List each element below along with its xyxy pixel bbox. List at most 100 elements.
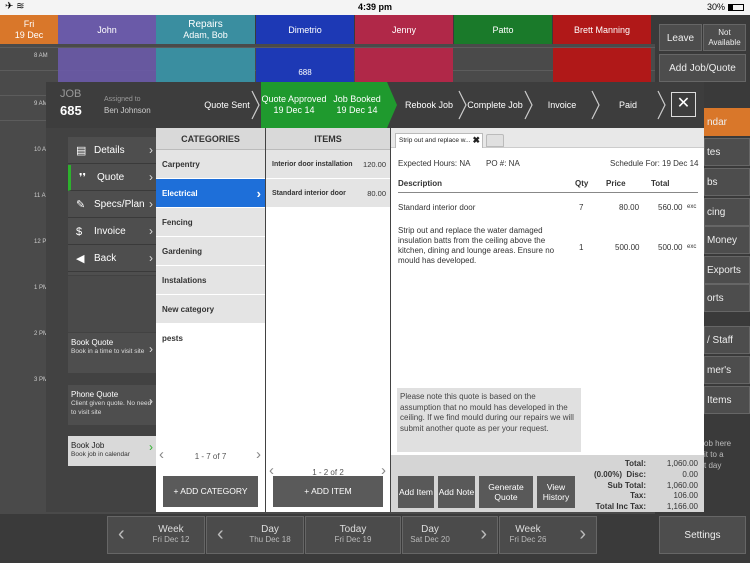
tab-label: Back	[94, 253, 117, 264]
line-qty: 7	[579, 203, 584, 212]
step-job-booked[interactable]: Job Booked 19 Dec 14	[327, 82, 387, 128]
item-row[interactable]: Standard interior door 80.00	[266, 179, 390, 208]
quote-icon: ❜❜	[79, 172, 87, 184]
chevron-right-icon: ›	[149, 143, 153, 157]
settings-label: Settings	[684, 530, 721, 541]
not-available-button[interactable]: Not Available	[703, 24, 746, 51]
add-item-button[interactable]: + ADD ITEM	[273, 476, 383, 507]
tab-specs-plan[interactable]: ✎ Specs/Plan ›	[68, 192, 156, 218]
close-icon[interactable]: ✕	[671, 92, 696, 117]
doc-tab-label: Strip out and replace w...	[399, 137, 471, 144]
chevron-right-icon	[657, 90, 666, 120]
book-job-button[interactable]: Book Job Book job in calendar ›	[68, 436, 156, 466]
chevron-right-icon: ›	[149, 170, 153, 184]
col-total: Total	[651, 179, 670, 188]
calendar-column-patto[interactable]: Patto	[454, 15, 552, 44]
next-page-icon[interactable]: ›	[256, 447, 261, 463]
notes-button[interactable]: tes	[704, 138, 750, 166]
nav-label: Today	[339, 524, 367, 535]
today-button[interactable]: Today Fri Dec 19	[305, 516, 401, 554]
appointment-block[interactable]	[156, 48, 255, 82]
back-button[interactable]: ◀ Back ›	[68, 246, 156, 272]
appointment-block[interactable]	[355, 48, 453, 82]
calendar-column-repairs[interactable]: Repairs Adam, Bob	[156, 15, 255, 44]
calendar-date-header[interactable]: Fri 19 Dec	[0, 15, 58, 44]
category-item[interactable]: Carpentry	[156, 150, 265, 179]
not-available-label: Not Available	[708, 28, 741, 47]
staff-button[interactable]: / Staff	[704, 326, 750, 354]
prev-page-icon[interactable]: ‹	[159, 447, 164, 463]
appointment-block[interactable]	[58, 48, 156, 82]
tax-label: Tax:	[630, 491, 646, 501]
quote-note[interactable]: Please note this quote is based on the a…	[397, 388, 581, 452]
calendar-column-dimetrio[interactable]: Dimetrio	[256, 15, 354, 44]
add-job-quote-button[interactable]: Add Job/Quote	[659, 54, 746, 82]
step-quote-sent[interactable]: Quote Sent	[197, 82, 257, 128]
book-quote-button[interactable]: Book Quote Book in a time to visit site …	[68, 333, 156, 373]
step-rebook-job[interactable]: Rebook Job	[400, 82, 458, 128]
back-arrow-icon: ◀	[76, 253, 85, 265]
category-item[interactable]: Instalations	[156, 266, 265, 295]
next-day-button[interactable]: › Day Sat Dec 20	[402, 516, 498, 554]
category-item-selected[interactable]: Electrical ›	[156, 179, 265, 208]
tab-quote[interactable]: ❜❜ Quote ›	[68, 165, 156, 191]
view-history-button[interactable]: View History	[537, 476, 575, 508]
step-quote-approved[interactable]: Quote Approved 19 Dec 14	[261, 82, 327, 128]
calendar-column-brett[interactable]: Brett Manning	[553, 15, 651, 44]
prev-day-button[interactable]: ‹ Day Thu Dec 18	[206, 516, 304, 554]
column-name: Jenny	[391, 25, 417, 35]
category-item[interactable]: New category	[156, 295, 265, 324]
reports-button[interactable]: orts	[704, 284, 750, 312]
quote-doc-tab[interactable]: Strip out and replace w... ✖	[395, 133, 483, 148]
pager-label: 1 - 7 of 7	[194, 452, 227, 461]
calendar-column-jenny[interactable]: Jenny	[355, 15, 453, 44]
action-title: Book Quote	[71, 338, 114, 347]
step-invoice[interactable]: Invoice	[535, 82, 589, 128]
close-tab-icon[interactable]: ✖	[472, 135, 480, 146]
time-label: 8 AM	[34, 53, 48, 59]
step-complete-job[interactable]: Complete Job	[466, 82, 524, 128]
category-item[interactable]: pests	[156, 324, 265, 353]
categories-pager: ‹ 1 - 7 of 7 ›	[156, 447, 265, 465]
line-tax: exc	[687, 204, 697, 210]
tab-invoice[interactable]: $ Invoice ›	[68, 219, 156, 245]
tab-label: Specs/Plan	[94, 199, 145, 210]
disc-value: 0.00	[682, 469, 698, 479]
chevron-right-icon: ›	[149, 224, 153, 238]
appointment-block[interactable]	[553, 48, 651, 82]
appointment-label: 688	[298, 68, 312, 77]
jobs-button[interactable]: bs	[704, 168, 750, 196]
total-label: Total:	[624, 459, 646, 468]
category-item[interactable]: Gardening	[156, 237, 265, 266]
calendar-column-john[interactable]: John	[58, 15, 156, 44]
appointment-688[interactable]: 688	[256, 48, 354, 82]
settings-button[interactable]: Settings	[659, 516, 746, 554]
line-price: 80.00	[619, 203, 640, 212]
invoicing-button[interactable]: cing	[704, 198, 750, 226]
step-label: Quote Sent	[204, 99, 250, 110]
item-row[interactable]: Interior door installation 120.00	[266, 150, 390, 179]
add-item-quote-button[interactable]: Add Item	[398, 476, 434, 508]
money-button[interactable]: Money	[704, 226, 750, 254]
tab-label: Invoice	[94, 226, 126, 237]
jobs-label: bs	[707, 177, 718, 188]
leave-button[interactable]: Leave	[659, 24, 702, 51]
tab-details[interactable]: ▤ Details ›	[68, 138, 156, 164]
column-sub: Adam, Bob	[183, 30, 228, 40]
items-button[interactable]: Items	[704, 386, 750, 414]
add-category-button[interactable]: + ADD CATEGORY	[163, 476, 258, 507]
generate-quote-button[interactable]: Generate Quote	[479, 476, 533, 508]
invoicing-label: cing	[707, 207, 726, 218]
step-paid[interactable]: Paid	[601, 82, 655, 128]
next-week-button[interactable]: › Week Fri Dec 26	[499, 516, 597, 554]
calendar-button[interactable]: ndar	[704, 108, 750, 136]
category-item[interactable]: Fencing	[156, 208, 265, 237]
exports-button[interactable]: Exports	[704, 256, 750, 284]
new-tab-button[interactable]	[486, 134, 504, 147]
prev-week-button[interactable]: ‹ Week Fri Dec 12	[107, 516, 205, 554]
line-qty: 1	[579, 243, 584, 252]
add-note-button[interactable]: Add Note	[438, 476, 475, 508]
step-label: Quote Approved	[261, 94, 327, 104]
phone-quote-button[interactable]: Phone Quote Client given quote. No need …	[68, 385, 156, 425]
customers-button[interactable]: mer's	[704, 356, 750, 384]
